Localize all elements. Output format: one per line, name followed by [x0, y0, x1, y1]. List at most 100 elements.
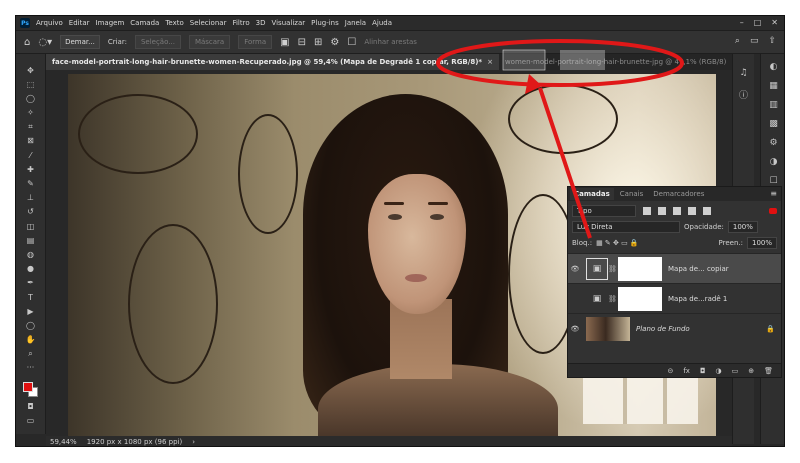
menu-ajuda[interactable]: Ajuda	[372, 19, 392, 27]
eyedropper-tool-icon[interactable]: ⁄	[25, 149, 37, 161]
opacity-input[interactable]: 100%	[727, 221, 758, 233]
path-selection-tool-icon[interactable]: ▶	[25, 305, 37, 317]
workspace-icon[interactable]: ▭	[750, 36, 759, 46]
pen-tool-icon[interactable]: ✒	[25, 277, 37, 289]
layer-row[interactable]: ▣ ⛓ Mapa de...radê 1	[568, 283, 781, 313]
libraries-panel-icon[interactable]: ☐	[769, 176, 777, 186]
fill-input[interactable]: 100%	[746, 237, 777, 249]
dodge-tool-icon[interactable]: ●	[25, 263, 37, 275]
fx-icon[interactable]: fx	[683, 367, 690, 375]
close-tab-icon[interactable]: ×	[487, 58, 493, 66]
menu-selecionar[interactable]: Selecionar	[190, 19, 227, 27]
smartobject-filter-icon[interactable]	[703, 207, 711, 215]
type-tool-icon[interactable]: T	[25, 291, 37, 303]
distribute-icon[interactable]: ⊞	[314, 37, 322, 48]
minimize-button[interactable]: –	[740, 18, 744, 27]
zoom-tool-icon[interactable]: ⌕	[25, 348, 37, 360]
tab-document-dragged[interactable]: women-model-portrait-long-hair-brunette-…	[499, 54, 743, 70]
align-edges-checkbox[interactable]: ☐	[347, 37, 356, 48]
menu-editar[interactable]: Editar	[69, 19, 90, 27]
eraser-tool-icon[interactable]: ◫	[25, 220, 37, 232]
align-icon[interactable]: ⊟	[298, 37, 306, 48]
properties-panel-icon[interactable]: ⚙	[769, 138, 777, 148]
maximize-button[interactable]: □	[754, 18, 762, 27]
new-layer-icon[interactable]: ⊕	[748, 367, 754, 375]
frame-tool-icon[interactable]: ⊠	[25, 135, 37, 147]
menu-visualizar[interactable]: Visualizar	[271, 19, 305, 27]
color-panel-icon[interactable]: ◐	[770, 62, 778, 72]
link-chain-icon[interactable]: ⛓	[608, 265, 617, 273]
search-icon[interactable]: ⌕	[735, 36, 740, 46]
trash-icon[interactable]: 🗑	[764, 367, 773, 375]
close-window-button[interactable]: ✕	[771, 18, 778, 27]
tab-canais[interactable]: Canais	[616, 188, 648, 200]
patterns-panel-icon[interactable]: ▩	[769, 119, 778, 129]
marquee-tool-icon[interactable]: ⬚	[25, 78, 37, 90]
quick-mask-icon[interactable]: ◘	[25, 400, 37, 412]
home-icon[interactable]: ⌂	[24, 37, 30, 48]
panel-menu-icon[interactable]: ≡	[770, 189, 777, 198]
adjustments-panel-icon[interactable]: ◑	[770, 157, 778, 167]
filter-toggle[interactable]	[769, 208, 777, 214]
pixel-filter-icon[interactable]	[643, 207, 651, 215]
tab-camadas[interactable]: Camadas	[570, 188, 614, 200]
lasso-tool-icon[interactable]: ◯	[25, 92, 37, 104]
status-menu-arrow[interactable]: ›	[192, 438, 195, 446]
visibility-eye-icon[interactable]: 👁	[568, 265, 582, 273]
magic-wand-tool-icon[interactable]: ✧	[25, 107, 37, 119]
layer-row-selected[interactable]: 👁 ▣ ⛓ Mapa de... copiar	[568, 253, 781, 283]
layer-mask-thumbnail[interactable]	[618, 256, 662, 281]
link-chain-icon[interactable]: ⛓	[608, 295, 617, 303]
menu-3d[interactable]: 3D	[256, 19, 266, 27]
menu-texto[interactable]: Texto	[165, 19, 183, 27]
settings-gear-icon[interactable]: ⚙	[330, 37, 339, 48]
menu-imagem[interactable]: Imagem	[96, 19, 125, 27]
group-icon[interactable]: ▭	[732, 367, 739, 375]
clone-stamp-tool-icon[interactable]: ⊥	[25, 192, 37, 204]
lock-icons[interactable]: ▦ ✎ ✥ ▭ 🔒	[596, 239, 639, 247]
adjustment-icon[interactable]: ◑	[716, 367, 722, 375]
screen-mode-icon[interactable]: ▭	[25, 415, 37, 427]
visibility-eye-icon[interactable]: 👁	[568, 325, 582, 333]
history-brush-tool-icon[interactable]: ↺	[25, 206, 37, 218]
color-swatches[interactable]	[22, 382, 39, 398]
layer-name[interactable]: Mapa de... copiar	[668, 265, 729, 273]
mode-dropdown[interactable]: Demar...	[60, 35, 100, 49]
crop-tool-icon[interactable]: ⌗	[25, 121, 37, 133]
blend-mode-dropdown[interactable]: Luz Direta	[572, 221, 680, 233]
layer-kind-filter[interactable]: Tipo	[572, 205, 636, 217]
create-selection-button[interactable]: Seleção...	[134, 35, 181, 49]
type-filter-icon[interactable]	[673, 207, 681, 215]
mask-icon[interactable]: ◘	[700, 367, 706, 375]
object-selection-tool-icon[interactable]: ◌▾	[38, 37, 52, 48]
adjustment-filter-icon[interactable]	[658, 207, 666, 215]
layer-name[interactable]: Mapa de...radê 1	[668, 295, 727, 303]
foreground-color-swatch[interactable]	[22, 382, 33, 393]
share-icon[interactable]: ⇧	[768, 36, 776, 46]
shape-filter-icon[interactable]	[688, 207, 696, 215]
ellipse-tool-icon[interactable]: ◯	[25, 319, 37, 331]
hand-tool-icon[interactable]: ✋	[25, 334, 37, 346]
info-panel-icon[interactable]: ⓘ	[739, 88, 748, 101]
healing-brush-tool-icon[interactable]: ✚	[25, 163, 37, 175]
zoom-level[interactable]: 59,44%	[50, 438, 77, 446]
move-tool-icon[interactable]: ✥	[25, 64, 37, 76]
swatches-panel-icon[interactable]: ▦	[769, 81, 778, 91]
create-mask-button[interactable]: Máscara	[188, 35, 231, 49]
gradient-tool-icon[interactable]: ▤	[25, 234, 37, 246]
layer-name[interactable]: Plano de Fundo	[636, 325, 690, 333]
tab-document-active[interactable]: face-model-portrait-long-hair-brunette-w…	[46, 54, 499, 70]
arrange-icon[interactable]: ▣	[280, 37, 289, 48]
brush-tool-icon[interactable]: ✎	[25, 178, 37, 190]
tab-demarcadores[interactable]: Demarcadores	[649, 188, 708, 200]
menu-camada[interactable]: Camada	[130, 19, 159, 27]
link-icon[interactable]: ⊝	[667, 367, 673, 375]
blur-tool-icon[interactable]: ◍	[25, 248, 37, 260]
gradients-panel-icon[interactable]: ▥	[769, 100, 778, 110]
history-panel-icon[interactable]: ♫	[739, 68, 747, 78]
layer-row-background[interactable]: 👁 Plano de Fundo 🔒	[568, 313, 781, 343]
more-tools-icon[interactable]: ···	[25, 362, 37, 374]
menu-filtro[interactable]: Filtro	[232, 19, 249, 27]
create-shape-button[interactable]: Forma	[238, 35, 273, 49]
layer-mask-thumbnail[interactable]	[618, 286, 662, 311]
